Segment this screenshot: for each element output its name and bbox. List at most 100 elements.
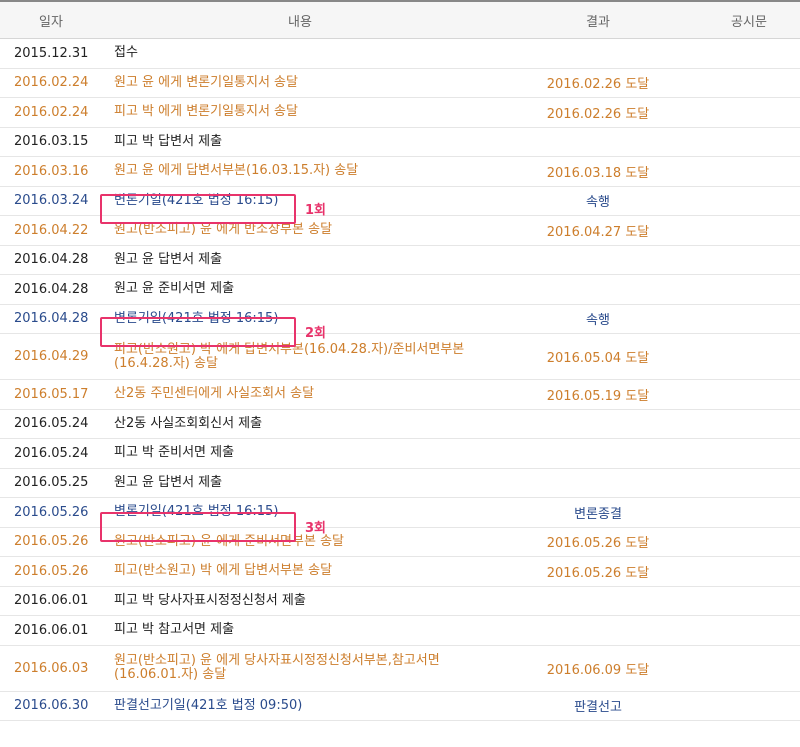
row-date: 2016.03.16 [0,156,102,187]
row-notice [698,245,800,275]
row-date: 2016.06.30 [0,691,102,721]
row-result: 속행 [498,186,698,216]
row-result [498,38,698,69]
row-content: 피고 박 답변서 제출 [102,127,498,157]
table-row: 2016.04.28 원고 윤 준비서면 제출 [0,274,800,305]
row-content: 판결선고기일(421호 법정 09:50) [102,691,498,721]
row-content: 산2동 주민센터에게 사실조회서 송달 [102,379,498,410]
annotation-label-3: 3회 [305,521,327,536]
row-date: 2016.04.22 [0,215,102,246]
row-result: 속행 [498,304,698,334]
row-result: 2016.05.26 도달 [498,556,698,587]
table-row: 2016.05.17 산2동 주민센터에게 사실조회서 송달 2016.05.19 … [0,379,800,410]
row-result [498,245,698,275]
table-row: 2016.06.01 피고 박 참고서면 제출 [0,615,800,646]
table-row: 2016.03.15 피고 박 답변서 제출 [0,127,800,157]
row-result: 2016.06.09 도달 [498,645,698,692]
row-notice [698,556,800,587]
row-notice [698,615,800,646]
row-date: 2016.06.03 [0,645,102,692]
row-notice [698,304,800,334]
row-content: 접수 [102,38,498,69]
row-date: 2016.04.29 [0,333,102,380]
row-notice [698,691,800,721]
row-notice [698,586,800,616]
row-content: 원고 윤 에게 답변서부본(16.03.15.자) 송달 [102,156,498,187]
table-row: 2016.05.24 피고 박 준비서면 제출 [0,438,800,469]
row-result: 2016.05.04 도달 [498,333,698,380]
row-notice [698,409,800,439]
header-notice: 공시문 [698,0,800,39]
row-date: 2016.06.01 [0,586,102,616]
case-progress-panel: 일자 내용 결과 공시문 2015.12.31 접수 2016.02.24 원고 윤… [0,0,800,747]
row-result: 변론종결 [498,497,698,528]
row-date: 2016.05.25 [0,468,102,498]
row-date: 2016.05.26 [0,556,102,587]
row-date: 2016.04.28 [0,274,102,305]
case-progress-table: 일자 내용 결과 공시문 2015.12.31 접수 2016.02.24 원고 윤… [0,0,800,721]
row-result [498,615,698,646]
table-row: 2016.05.26 피고(반소원고) 박 에게 답변서부본 송달 2016.05.… [0,556,800,587]
row-date: 2016.06.01 [0,615,102,646]
row-result: 2016.05.19 도달 [498,379,698,410]
row-content: 피고 박 당사자표시정정신청서 제출 [102,586,498,616]
row-notice [698,127,800,157]
row-notice [698,274,800,305]
table-row: 2016.05.24 산2동 사실조회회신서 제출 [0,409,800,439]
row-date: 2016.02.24 [0,68,102,98]
row-notice [698,333,800,380]
row-date: 2016.05.26 [0,527,102,557]
table-row: 2016.03.16 원고 윤 에게 답변서부본(16.03.15.자) 송달 20… [0,156,800,187]
header-result: 결과 [498,0,698,39]
row-date: 2016.03.24 [0,186,102,216]
row-content: 피고 박 에게 변론기일통지서 송달 [102,97,498,128]
table-row: 2016.06.01 피고 박 당사자표시정정신청서 제출 [0,586,800,616]
table-row: 2016.02.24 원고 윤 에게 변론기일통지서 송달 2016.02.26 도… [0,68,800,98]
header-content: 내용 [102,0,498,39]
row-result [498,468,698,498]
row-date: 2016.04.28 [0,245,102,275]
row-notice [698,186,800,216]
table-row: 2016.05.25 원고 윤 답변서 제출 [0,468,800,498]
row-notice [698,38,800,69]
row-notice [698,156,800,187]
row-date: 2016.05.17 [0,379,102,410]
row-result: 2016.02.26 도달 [498,97,698,128]
highlight-box-hearing-3 [100,512,296,542]
row-content: 피고 박 준비서면 제출 [102,438,498,469]
table-row: 2016.06.03 원고(반소피고) 윤 에게 당사자표시정정신청서부본,참고서… [0,645,800,692]
row-result [498,586,698,616]
row-content: 원고 윤 준비서면 제출 [102,274,498,305]
table-row: 2016.02.24 피고 박 에게 변론기일통지서 송달 2016.02.26 도… [0,97,800,128]
row-date: 2016.05.26 [0,497,102,528]
annotation-label-1: 1회 [305,203,327,218]
table-row: 2016.04.28 원고 윤 답변서 제출 [0,245,800,275]
header-date: 일자 [0,0,102,39]
row-result: 2016.04.27 도달 [498,215,698,246]
row-notice [698,97,800,128]
row-notice [698,438,800,469]
row-result [498,409,698,439]
row-date: 2016.05.24 [0,409,102,439]
row-result [498,274,698,305]
row-content: 원고 윤 답변서 제출 [102,245,498,275]
row-date: 2016.04.28 [0,304,102,334]
row-content: 피고(반소원고) 박 에게 답변서부본 송달 [102,556,498,587]
row-result: 2016.02.26 도달 [498,68,698,98]
row-content: 피고 박 참고서면 제출 [102,615,498,646]
row-notice [698,527,800,557]
row-notice [698,497,800,528]
row-notice [698,468,800,498]
row-result: 판결선고 [498,691,698,721]
row-content: 원고 윤 답변서 제출 [102,468,498,498]
highlight-box-hearing-2 [100,317,296,347]
row-date: 2016.03.15 [0,127,102,157]
row-notice [698,68,800,98]
row-result [498,438,698,469]
row-date: 2016.05.24 [0,438,102,469]
row-content: 원고 윤 에게 변론기일통지서 송달 [102,68,498,98]
row-date: 2016.02.24 [0,97,102,128]
row-date: 2015.12.31 [0,38,102,69]
highlight-box-hearing-1 [100,194,296,224]
row-content: 원고(반소피고) 윤 에게 당사자표시정정신청서부본,참고서면 (16.06.0… [102,645,498,692]
